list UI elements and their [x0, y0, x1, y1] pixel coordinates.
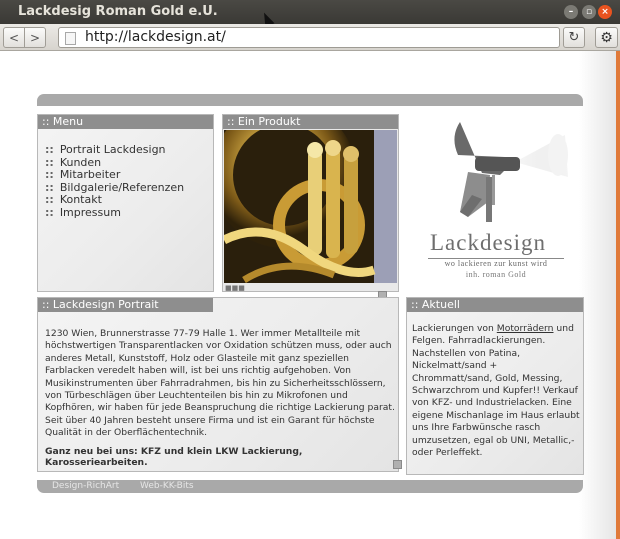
url-text: http://lackdesign.at/ [85, 29, 226, 45]
product-panel: :: Ein Produkt ■■■ [222, 114, 399, 292]
menu-panel-title: :: Menu [38, 115, 213, 129]
footer-band: Design-RichArt Web-KK-Bits [37, 480, 583, 493]
aktuell-panel-title: :: Aktuell [407, 298, 583, 312]
window-edge [616, 51, 620, 539]
footer-credit-design[interactable]: Design-RichArt [52, 480, 119, 493]
spray-gun-icon [454, 122, 568, 222]
menu-item-impressum[interactable]: :: Impressum [45, 206, 184, 220]
footer-credit-web[interactable]: Web-KK-Bits [140, 480, 194, 493]
company-logo: Lackdesign wo lackieren zur kunst wird i… [420, 117, 570, 282]
portrait-panel-title: :: Lackdesign Portrait [38, 298, 213, 312]
window-titlebar: Lackdesig Roman Gold e.U. – ▫ × [0, 0, 620, 24]
motorraedern-link[interactable]: Motorrädern [497, 323, 554, 334]
logo-wordmark: Lackdesign [430, 230, 547, 255]
reload-button[interactable]: ↻ [563, 27, 585, 48]
minimize-button[interactable]: – [564, 5, 578, 19]
resize-handle-icon[interactable] [393, 460, 402, 469]
close-button[interactable]: × [598, 5, 612, 19]
address-bar[interactable]: http://lackdesign.at/ [58, 27, 560, 48]
page-icon [65, 32, 76, 45]
logo-tagline: wo lackieren zur kunst wird [444, 259, 548, 268]
settings-gear-icon[interactable]: ⚙ [595, 27, 618, 48]
product-panel-title: :: Ein Produkt [223, 115, 398, 129]
back-button[interactable]: < [3, 27, 25, 48]
portrait-panel: :: Lackdesign Portrait 1230 Wien, Brunne… [37, 297, 399, 472]
portrait-highlight: Ganz neu bei uns: KFZ und klein LKW Lack… [45, 446, 303, 468]
web-page: :: Menu :: Portrait Lackdesign :: Kunden :… [0, 51, 616, 539]
forward-button[interactable]: > [24, 27, 46, 48]
aktuell-text: Lackierungen von Motorrädern und Felgen.… [412, 323, 580, 459]
header-band [37, 94, 583, 106]
maximize-button[interactable]: ▫ [582, 5, 596, 19]
menu-list: :: Portrait Lackdesign :: Kunden :: Mitarbe… [45, 143, 184, 220]
product-photo[interactable] [224, 130, 397, 283]
menu-panel: :: Menu :: Portrait Lackdesign :: Kunden :… [37, 114, 214, 292]
aktuell-panel: :: Aktuell Lackierungen von Motorrädern … [406, 297, 584, 475]
window-title: Lackdesig Roman Gold e.U. [18, 4, 218, 19]
tuba-image [224, 130, 397, 283]
slideshow-controls[interactable]: ■■■ [225, 284, 245, 292]
browser-toolbar: < > http://lackdesign.at/ ↻ ⚙ [0, 24, 620, 51]
portrait-text: 1230 Wien, Brunnerstrasse 77-79 Halle 1.… [45, 328, 395, 439]
logo-owner: inh. roman Gold [465, 270, 527, 279]
